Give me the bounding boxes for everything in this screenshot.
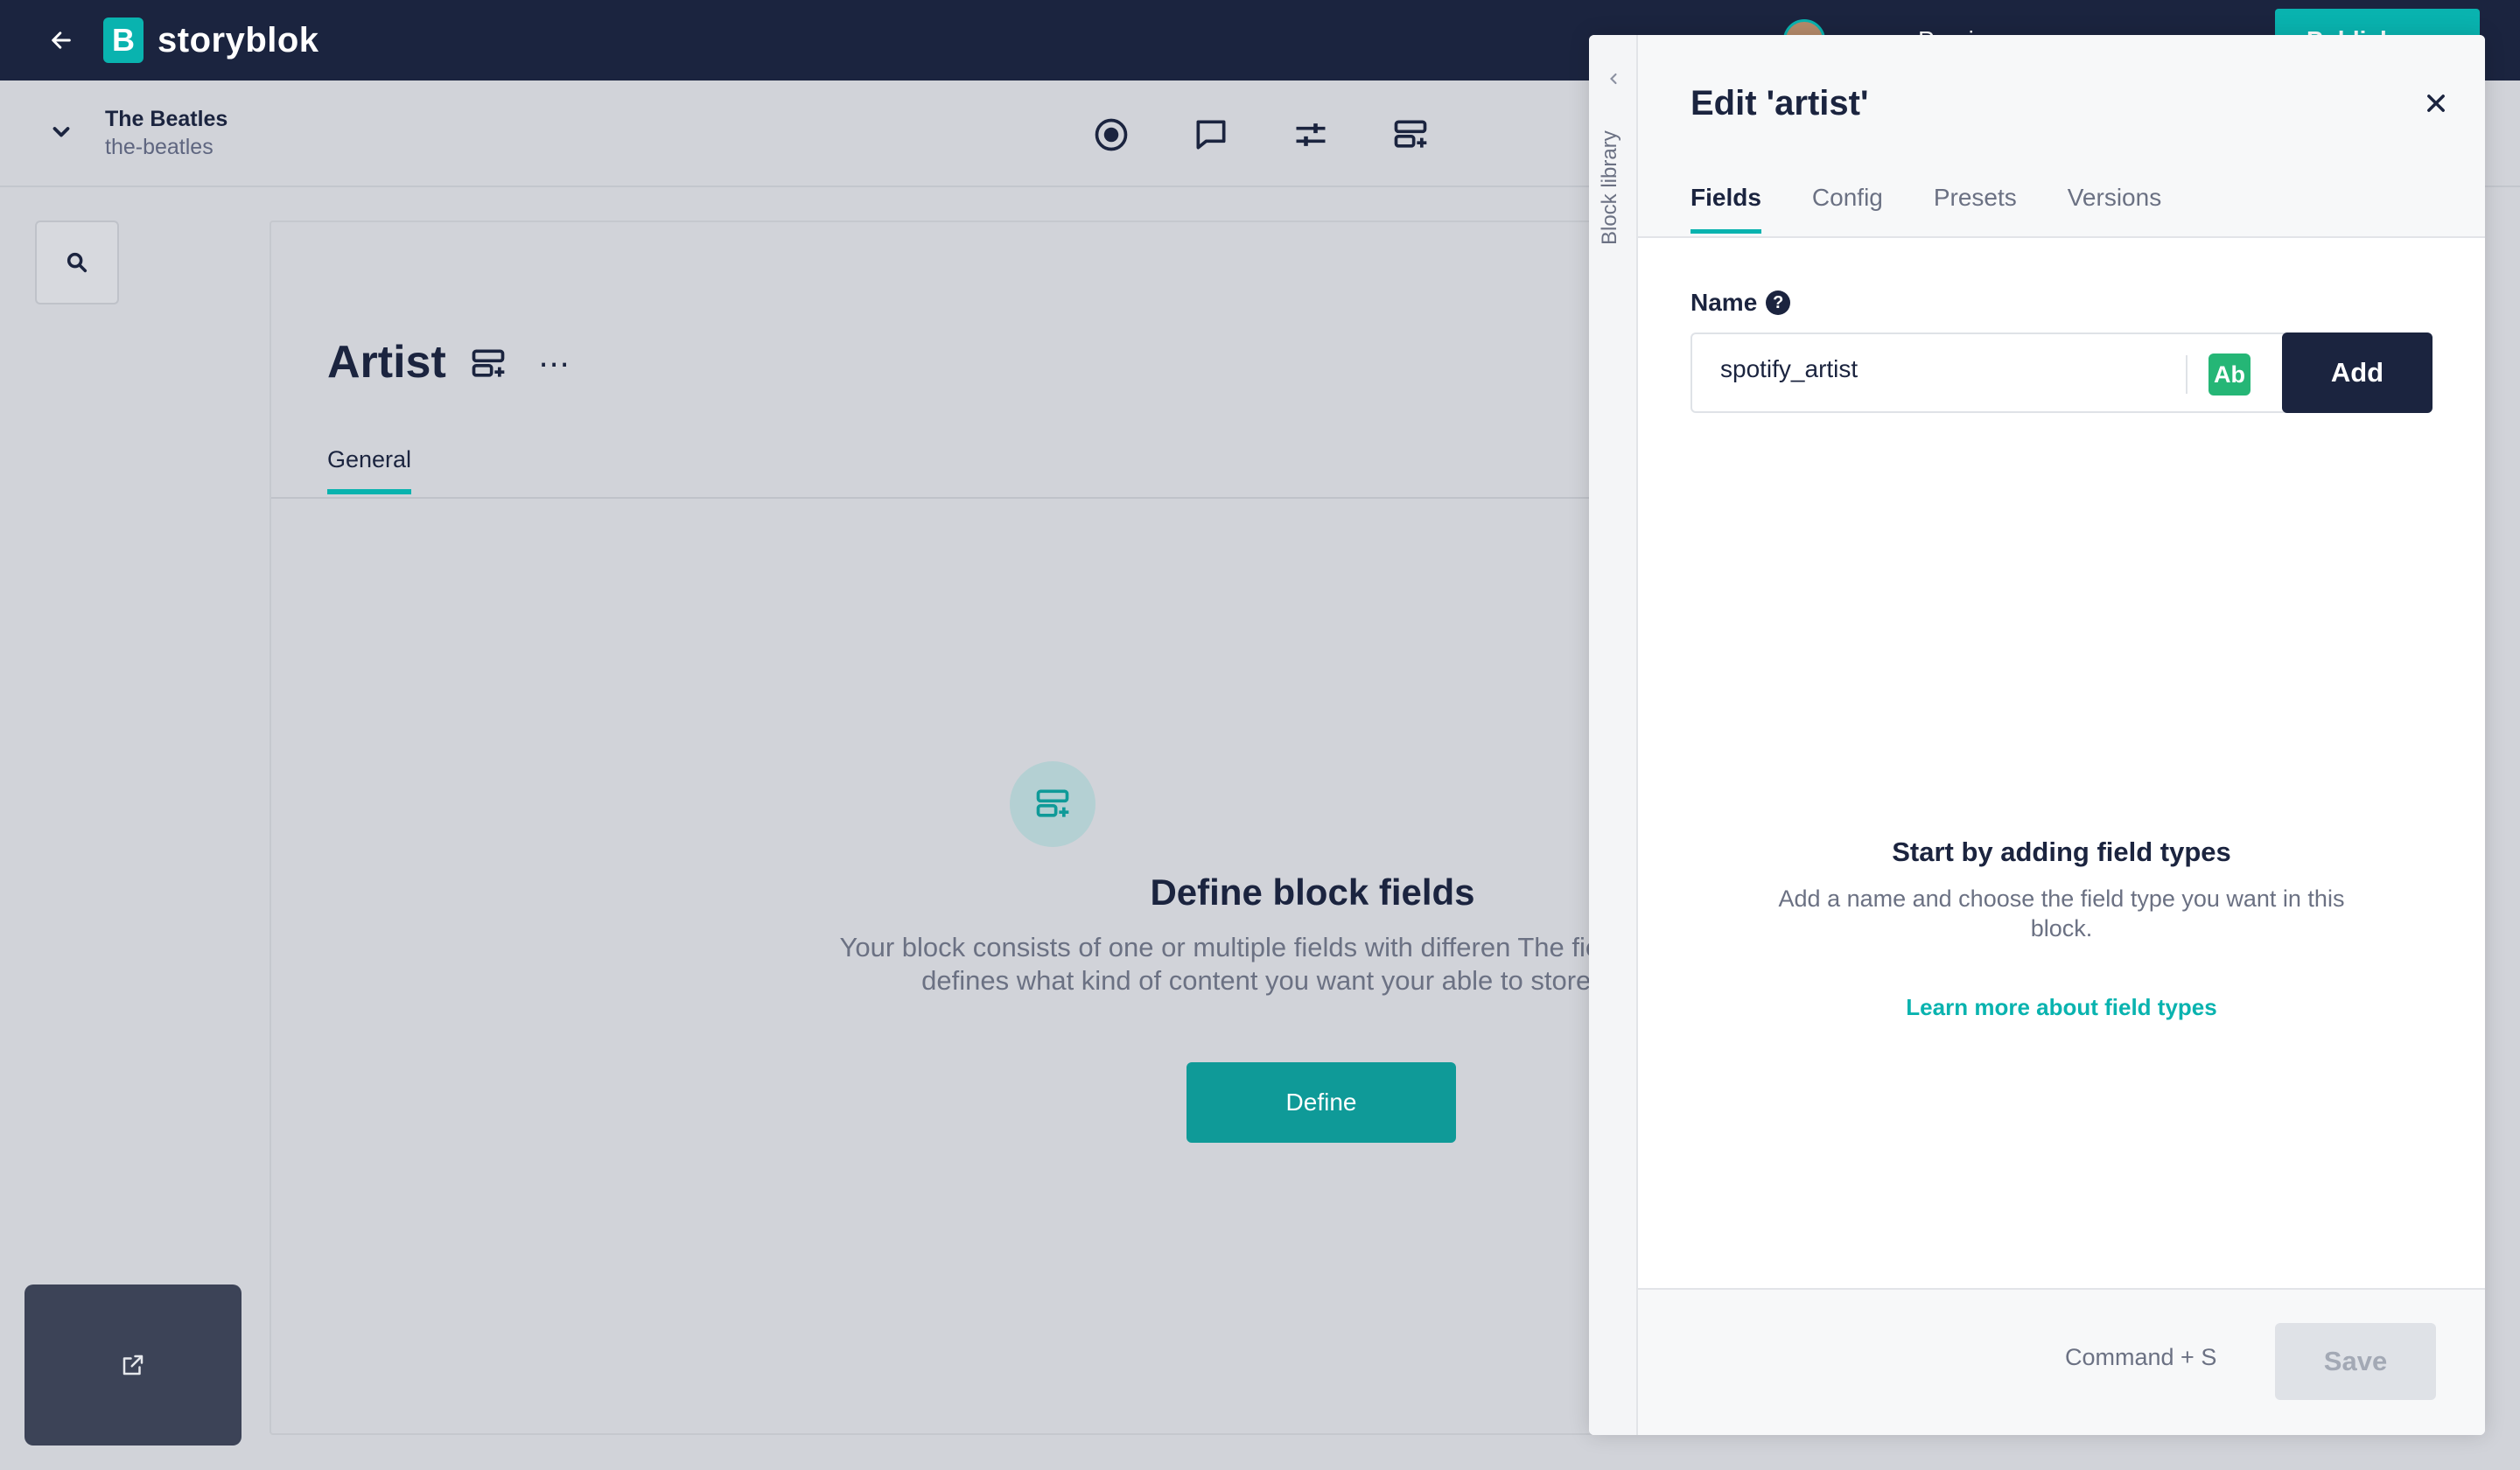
search-icon [66,252,88,273]
space-slug: the-beatles [105,135,214,159]
sliders-icon [1296,123,1326,146]
space-toggle-button[interactable] [46,116,77,147]
add-field-button[interactable]: Add [2282,332,2432,413]
tab-fields[interactable]: Fields [1690,184,1761,234]
logo-text: storyblok [158,20,319,60]
center-toolbar [1088,112,1433,158]
external-link-icon [122,1354,144,1376]
tab-versions[interactable]: Versions [2068,184,2161,234]
block-library-label: Block library [1598,130,1621,245]
name-field-label: Name ? [1690,289,1791,317]
input-separator [2186,355,2188,394]
drawer-footer: Command + S Save [1638,1288,2485,1435]
fields-empty-description: Add a name and choose the field type you… [1778,886,2345,942]
record-icon [1095,118,1128,151]
empty-state-icon [1010,761,1096,847]
space-name: The Beatles [105,107,228,131]
drawer-header: Edit 'artist' Fields Config Presets Vers… [1638,35,2485,238]
back-button[interactable] [38,18,84,63]
fields-empty-title: Start by adding field types [1892,836,2231,867]
more-options-button[interactable]: ⋯ [534,345,572,383]
block-library-button[interactable] [1388,112,1433,158]
drawer-tabs: Fields Config Presets Versions [1690,184,2161,234]
divider [271,497,1615,499]
more-icon: ⋯ [538,346,570,382]
field-name-value[interactable]: spotify_artist [1720,355,1858,383]
empty-state-title: Define block fields [1150,872,1475,913]
define-button[interactable]: Define [1186,1062,1456,1143]
comments-button[interactable] [1188,112,1234,158]
arrow-left-icon [52,32,71,49]
save-button[interactable]: Save [2275,1323,2436,1400]
logo-mark-icon: B [103,18,144,63]
drawer-title: Edit 'artist' [1690,84,1869,122]
tab-config[interactable]: Config [1812,184,1883,234]
save-shortcut-hint: Command + S [2065,1344,2217,1370]
empty-state-description: Your block consists of one or multiple f… [839,932,1681,996]
help-icon[interactable]: ? [1766,290,1791,315]
chevron-down-icon [52,127,70,137]
settings-button[interactable] [1288,112,1334,158]
edit-block-drawer: Block library Edit 'artist' Fields Confi… [1589,35,2485,1435]
preview-widget[interactable] [24,1284,242,1446]
close-icon [2427,94,2445,112]
logo[interactable]: B storyblok [103,18,319,63]
learn-more-link[interactable]: Learn more about field types [1906,994,2216,1021]
close-button[interactable] [2417,84,2455,122]
record-button[interactable] [1088,112,1134,158]
tab-general[interactable]: General [327,446,412,494]
comment-icon [1196,120,1226,150]
block-add-icon [1394,120,1427,148]
block-add-icon [472,349,505,377]
field-type-selector[interactable]: Ab [2208,354,2250,396]
tab-presets[interactable]: Presets [1934,184,2017,234]
block-card: Artist ⋯ General [270,220,1617,1435]
name-label-text: Name [1690,289,1758,316]
block-title: Artist [327,337,446,388]
search-button[interactable] [35,220,119,304]
block-add-icon [1036,789,1069,817]
block-icon-button[interactable] [469,345,508,383]
block-library-rail[interactable]: Block library [1589,35,1638,1435]
